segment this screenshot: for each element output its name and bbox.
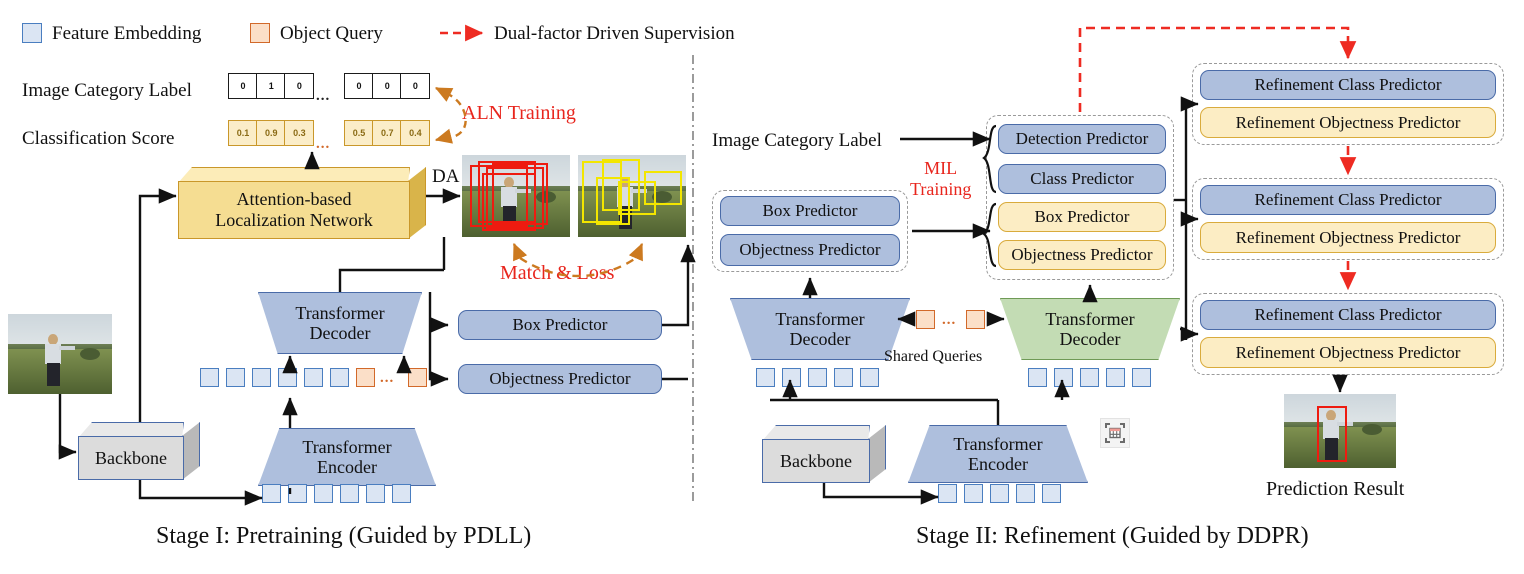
photo-to-backbone (58, 394, 77, 460)
ddpr-supervision-arrow-1 (1078, 26, 1357, 112)
backbone-to-aln (138, 188, 177, 422)
connector-overlay (58, 24, 1357, 506)
backbone-to-encoder-tokens (138, 480, 263, 506)
